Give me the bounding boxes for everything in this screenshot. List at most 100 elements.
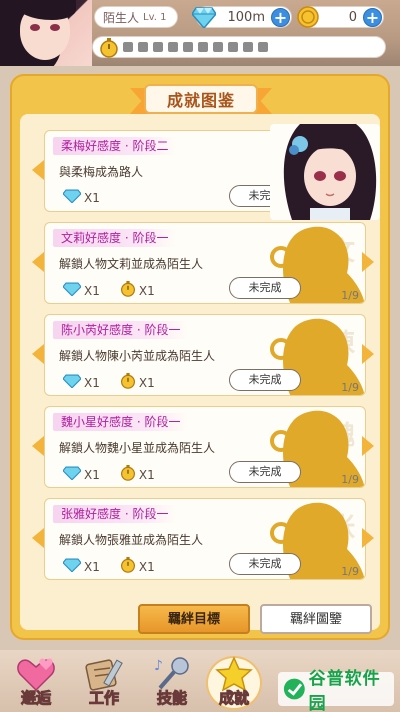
incomplete-status-button[interactable]: 未完成 [229, 461, 301, 483]
coin-icon [295, 4, 321, 30]
nav-work[interactable]: 工作 [74, 656, 134, 708]
gem-reward-count: X1 [84, 375, 100, 390]
diamond-icon [191, 4, 217, 30]
stopwatch-icon [120, 557, 136, 576]
diamond-icon [62, 466, 82, 483]
stamina-reward: X1 [120, 557, 155, 576]
achievement-progress: 1/9 [341, 565, 359, 578]
stamina-reward-count: X1 [138, 375, 155, 390]
card-left-arrow-icon [32, 436, 44, 456]
achievement-description: 解鎖人物張雅並成為陌生人 [59, 533, 204, 547]
site-watermark: 谷普软件园 [278, 669, 394, 712]
achievement-rewards: X1 [62, 189, 116, 206]
achievement-progress: 1/9 [341, 381, 359, 394]
gem-reward: X1 [62, 466, 100, 483]
stamina-reward-count: X1 [138, 559, 155, 574]
achievement-title: 张雅好感度 · 阶段一 [53, 505, 177, 523]
coin-count: 0 [348, 9, 357, 25]
stamina-reward-count: X1 [138, 283, 155, 298]
gem-reward: X1 [62, 189, 100, 206]
card-left-arrow-icon [32, 252, 44, 272]
player-name-badge: 陌生人 Lv. 1 [94, 6, 178, 28]
achievement-card[interactable]: 张张雅好感度 · 阶段一解鎖人物張雅並成為陌生人X1X1未完成1/9 [44, 498, 366, 580]
card-right-arrow-icon [362, 252, 374, 272]
stopwatch-icon [99, 38, 119, 62]
nav-skills[interactable]: ♪ 技能 [142, 656, 202, 708]
tab-bond-collection[interactable]: 羈絆圖鑒 [260, 604, 372, 634]
nav-skills-label: 技能 [156, 689, 187, 708]
gem-reward: X1 [62, 374, 100, 391]
add-gems-button[interactable]: + [271, 8, 290, 27]
player-avatar[interactable] [0, 0, 92, 66]
nav-encounter[interactable]: 邂逅 [6, 656, 66, 708]
gem-reward-count: X1 [84, 559, 100, 574]
stamina-pip [153, 42, 163, 52]
nav-encounter-label: 邂逅 [20, 689, 51, 708]
stamina-pip [168, 42, 178, 52]
player-name: 陌生人 [103, 10, 140, 25]
stamina-reward: X1 [120, 465, 155, 484]
stamina-pips [123, 42, 268, 52]
coin-counter: 0 + [297, 6, 384, 28]
gem-count: 100m [227, 9, 265, 25]
gem-reward: X1 [62, 558, 100, 575]
stamina-pip [123, 42, 133, 52]
achievement-title: 陈小芮好感度 · 阶段一 [53, 321, 189, 339]
tab-bond-goals[interactable]: 羈絆目標 [138, 604, 250, 634]
avatar-eye-right [50, 24, 60, 31]
achievement-progress: 1/9 [341, 289, 359, 302]
achievement-rewards: X1 X1 [62, 557, 171, 576]
stopwatch-icon [120, 465, 136, 484]
stamina-pip [228, 42, 238, 52]
achievement-rewards: X1 X1 [62, 373, 171, 392]
diamond-icon [62, 558, 82, 575]
svg-text:♪: ♪ [154, 658, 163, 674]
card-left-arrow-icon [32, 528, 44, 548]
stamina-pip [183, 42, 193, 52]
card-left-arrow-icon [32, 344, 44, 364]
achievement-rewards: X1 X1 [62, 281, 171, 300]
stamina-reward: X1 [120, 281, 155, 300]
nav-work-label: 工作 [88, 689, 119, 708]
achievement-rewards: X1 X1 [62, 465, 171, 484]
character-portrait [270, 124, 380, 220]
panel-title-ribbon: 成就图鉴 [130, 84, 272, 116]
stamina-reward: X1 [120, 373, 155, 392]
incomplete-status-button[interactable]: 未完成 [229, 369, 301, 391]
gem-reward-count: X1 [84, 283, 100, 298]
achievement-card[interactable]: 文文莉好感度 · 阶段一解鎖人物文莉並成為陌生人X1X1未完成1/9 [44, 222, 366, 304]
add-coins-button[interactable]: + [363, 8, 382, 27]
achievement-title: 魏小星好感度 · 阶段一 [53, 413, 189, 431]
stamina-pip [198, 42, 208, 52]
gem-counter: 100m + [192, 6, 292, 28]
stamina-pip [213, 42, 223, 52]
card-right-arrow-icon [362, 344, 374, 364]
top-status-bar: 陌生人 Lv. 1 100m + 0 + [0, 0, 400, 66]
stamina-reward-count: X1 [138, 467, 155, 482]
achievement-card[interactable]: 陳陈小芮好感度 · 阶段一解鎖人物陳小芮並成為陌生人X1X1未完成1/9 [44, 314, 366, 396]
achievement-description: 解鎖人物陳小芮並成為陌生人 [59, 349, 216, 363]
nav-achievements-label: 成就 [218, 689, 249, 708]
watermark-text: 谷普软件园 [308, 669, 381, 712]
card-right-arrow-icon [362, 436, 374, 456]
nav-achievements[interactable]: 成就 [204, 656, 264, 710]
stamina-pip [138, 42, 148, 52]
achievement-card[interactable]: 魏魏小星好感度 · 阶段一解鎖人物魏小星並成為陌生人X1X1未完成1/9 [44, 406, 366, 488]
card-right-arrow-icon [362, 528, 374, 548]
panel-tab-bar: 羈絆目標 羈絆圖鑒 [10, 600, 390, 638]
incomplete-status-button[interactable]: 未完成 [229, 553, 301, 575]
incomplete-status-button[interactable]: 未完成 [229, 277, 301, 299]
card-left-arrow-icon [32, 160, 44, 180]
stamina-bar [92, 36, 386, 58]
stopwatch-icon [120, 281, 136, 300]
gem-reward-count: X1 [84, 190, 100, 205]
avatar-eye-left [30, 24, 40, 31]
stamina-pip [258, 42, 268, 52]
gem-reward: X1 [62, 282, 100, 299]
diamond-icon [62, 374, 82, 391]
stamina-pip [243, 42, 253, 52]
gem-reward-count: X1 [84, 467, 100, 482]
watermark-logo-icon [283, 678, 305, 700]
stopwatch-icon [120, 373, 136, 392]
diamond-icon [62, 282, 82, 299]
